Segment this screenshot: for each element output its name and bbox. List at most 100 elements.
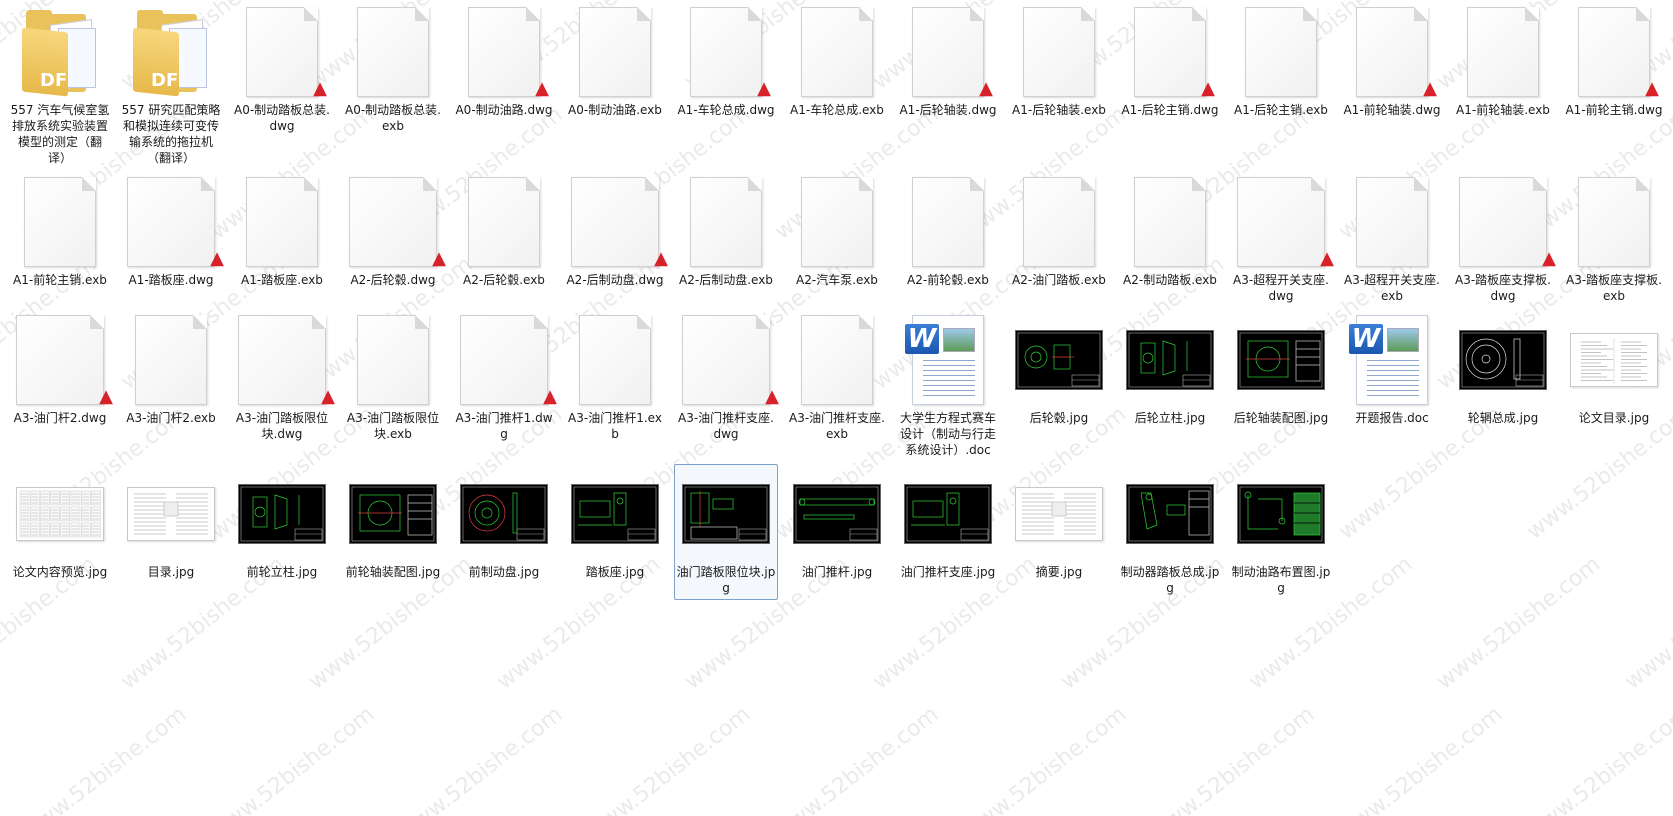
file-label: A2-制动踏板.exb xyxy=(1123,273,1217,287)
file-label: 557 汽车气候室氢排放系统实验装置模型的测定（翻译） xyxy=(10,103,110,165)
watermark-text: www.52bishe.com xyxy=(1146,702,1319,816)
file-item[interactable]: ▲ A1-后轮主销.dwg xyxy=(1118,2,1222,122)
file-item[interactable]: 后轮毂.jpg xyxy=(1007,310,1111,430)
file-label: 制动器踏板总成.jpg xyxy=(1120,565,1220,595)
file-item[interactable]: A1-踏板座.exb xyxy=(230,172,334,292)
file-item[interactable]: 制动油路布置图.jpg xyxy=(1229,464,1333,600)
file-label: 轮辋总成.jpg xyxy=(1467,411,1539,425)
blank-file-icon xyxy=(678,175,774,269)
file-label: 前制动盘.jpg xyxy=(468,565,540,579)
file-item[interactable]: ▲ A1-前轮轴装.dwg xyxy=(1340,2,1444,122)
file-item[interactable]: 轮辋总成.jpg xyxy=(1451,310,1555,430)
file-item[interactable]: 后轮轴装配图.jpg xyxy=(1229,310,1333,430)
dwg-file-icon: ▲ xyxy=(567,175,668,269)
file-label: A1-前轮主销.exb xyxy=(13,273,107,287)
cad-image-icon xyxy=(1011,313,1107,407)
blank-file-icon xyxy=(345,5,441,99)
file-item[interactable]: ▲ A1-踏板座.dwg xyxy=(119,172,224,292)
file-item[interactable]: A2-制动踏板.exb xyxy=(1118,172,1222,292)
file-item[interactable]: 后轮立柱.jpg xyxy=(1118,310,1222,430)
file-label: A1-踏板座.exb xyxy=(241,273,323,287)
blank-file-icon xyxy=(456,175,552,269)
file-item[interactable]: ▲ A3-踏板座支撑板.dwg xyxy=(1451,172,1556,308)
file-label: 大学生方程式赛车设计（制动与行走系统设计）.doc xyxy=(899,411,996,457)
blank-file-icon xyxy=(345,313,441,407)
word-doc-icon: W xyxy=(1344,313,1440,407)
blank-file-icon xyxy=(1455,5,1551,99)
file-item[interactable]: 油门推杆支座.jpg xyxy=(896,464,1000,584)
file-label: A1-后轮轴装.exb xyxy=(1012,103,1106,117)
file-item[interactable]: 目录.jpg xyxy=(119,464,223,584)
dwg-file-icon: ▲ xyxy=(12,313,113,407)
file-item[interactable]: 踏板座.jpg xyxy=(563,464,667,584)
file-item[interactable]: A3-油门杆2.exb xyxy=(119,310,223,430)
file-item[interactable]: A3-油门推杆支座.exb xyxy=(785,310,889,446)
file-item[interactable]: A1-后轮主销.exb xyxy=(1229,2,1333,122)
file-label: 论文内容预览.jpg xyxy=(12,565,108,579)
dwg-file-icon: ▲ xyxy=(678,313,779,407)
file-item[interactable]: ▲ A1-前轮主销.dwg xyxy=(1562,2,1666,122)
file-item[interactable]: ▲ A3-油门推杆支座.dwg xyxy=(674,310,779,446)
file-item[interactable]: A1-前轮主销.exb xyxy=(8,172,112,292)
file-item[interactable]: A1-前轮轴装.exb xyxy=(1451,2,1555,122)
file-item[interactable]: ▲ A3-油门杆2.dwg xyxy=(8,310,113,430)
file-label: A1-后轮主销.exb xyxy=(1234,103,1328,117)
file-item[interactable]: 油门推杆.jpg xyxy=(785,464,889,584)
file-item[interactable]: A3-超程开关支座.exb xyxy=(1340,172,1444,308)
cad-image-icon xyxy=(789,467,885,561)
file-item[interactable]: ▲ A2-后制动盘.dwg xyxy=(563,172,668,292)
file-item[interactable]: A2-后轮毂.exb xyxy=(452,172,556,292)
text-image-icon xyxy=(1566,313,1662,407)
file-item[interactable]: A2-汽车泵.exb xyxy=(785,172,889,292)
file-item[interactable]: ▲ A3-超程开关支座.dwg xyxy=(1229,172,1334,308)
dwg-file-icon: ▲ xyxy=(234,313,335,407)
file-item[interactable]: A2-前轮毂.exb xyxy=(896,172,1000,292)
blank-file-icon xyxy=(1011,5,1107,99)
file-item[interactable]: ▲ A1-后轮轴装.dwg xyxy=(896,2,1000,122)
file-item[interactable]: ▲ A3-油门推杆1.dwg xyxy=(452,310,557,446)
file-item[interactable]: A3-踏板座支撑板.exb xyxy=(1562,172,1666,308)
file-item[interactable]: A0-制动踏板总装.exb xyxy=(341,2,445,138)
file-label: 后轮立柱.jpg xyxy=(1134,411,1206,425)
pdf-folder-icon: DF xyxy=(12,5,108,99)
blank-file-icon xyxy=(789,175,885,269)
file-label: A3-油门推杆支座.exb xyxy=(789,411,885,441)
file-label: A2-后制动盘.exb xyxy=(679,273,773,287)
file-item[interactable]: 前轮立柱.jpg xyxy=(230,464,334,584)
file-item[interactable]: A0-制动油路.exb xyxy=(563,2,667,122)
file-label: A0-制动油路.exb xyxy=(568,103,662,117)
cad-image-icon xyxy=(234,467,330,561)
file-item[interactable]: 制动器踏板总成.jpg xyxy=(1118,464,1222,600)
file-item[interactable]: DF 557 研究匹配策略和模拟连续可变传输系统的拖拉机（翻译） xyxy=(119,2,223,170)
file-item[interactable]: ▲ A0-制动踏板总装.dwg xyxy=(230,2,334,138)
file-item[interactable]: 前轮轴装配图.jpg xyxy=(341,464,445,584)
file-label: A2-前轮毂.exb xyxy=(907,273,989,287)
blank-file-icon xyxy=(1011,175,1107,269)
cad-image-icon xyxy=(678,467,774,561)
file-item[interactable]: A3-油门踏板限位块.exb xyxy=(341,310,445,446)
file-item[interactable]: A2-后制动盘.exb xyxy=(674,172,778,292)
file-item[interactable]: ▲ A3-油门踏板限位块.dwg xyxy=(230,310,335,446)
file-item[interactable]: 油门踏板限位块.jpg xyxy=(674,464,778,600)
file-item[interactable]: A1-车轮总成.exb xyxy=(785,2,889,122)
file-label: A3-油门杆2.dwg xyxy=(13,411,107,425)
file-label: 557 研究匹配策略和模拟连续可变传输系统的拖拉机（翻译） xyxy=(121,103,221,165)
file-item[interactable]: 论文内容预览.jpg xyxy=(8,464,112,584)
file-item[interactable]: 前制动盘.jpg xyxy=(452,464,556,584)
file-item[interactable]: ▲ A2-后轮毂.dwg xyxy=(341,172,446,292)
file-item[interactable]: ▲ A1-车轮总成.dwg xyxy=(674,2,778,122)
file-item[interactable]: W 开题报告.doc xyxy=(1340,310,1444,430)
file-item[interactable]: ▲ A0-制动油路.dwg xyxy=(452,2,556,122)
file-item[interactable]: 论文目录.jpg xyxy=(1562,310,1666,430)
dwg-file-icon: ▲ xyxy=(234,5,330,99)
file-item[interactable]: A1-后轮轴装.exb xyxy=(1007,2,1111,122)
file-item[interactable]: W 大学生方程式赛车设计（制动与行走系统设计）.doc xyxy=(896,310,1000,462)
file-item[interactable]: 摘要.jpg xyxy=(1007,464,1111,584)
file-label: A1-踏板座.dwg xyxy=(128,273,214,287)
file-item[interactable]: DF 557 汽车气候室氢排放系统实验装置模型的测定（翻译） xyxy=(8,2,112,170)
file-label: A1-前轮轴装.dwg xyxy=(1343,103,1441,117)
file-label: 油门推杆支座.jpg xyxy=(900,565,996,579)
file-item[interactable]: A3-油门推杆1.exb xyxy=(563,310,667,446)
file-item[interactable]: A2-油门踏板.exb xyxy=(1007,172,1111,292)
file-label: 开题报告.doc xyxy=(1355,411,1429,425)
